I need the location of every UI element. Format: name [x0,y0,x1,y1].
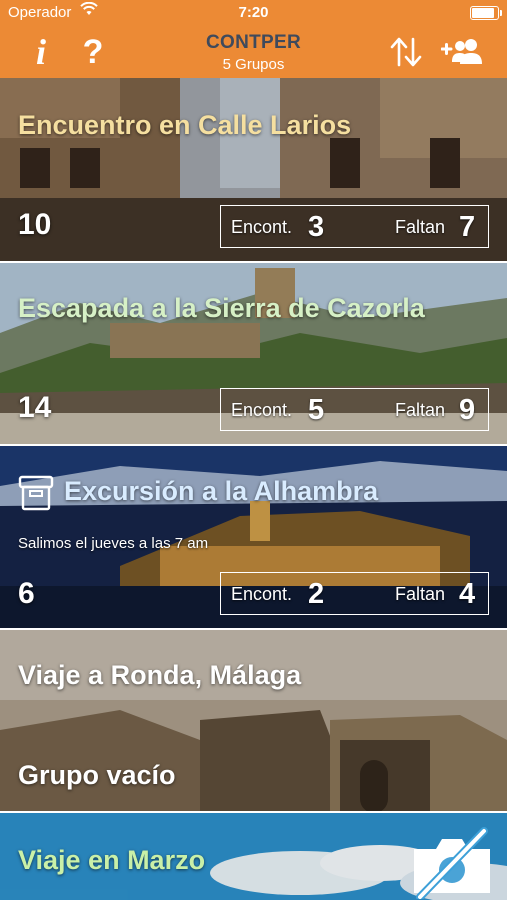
group-title: Excursión a la Alhambra [64,476,379,506]
faltan-label: Faltan [395,400,446,420]
help-button[interactable]: ? [78,30,108,74]
navigation-bar: i ? CONTPER 5 Grupos [0,26,507,78]
no-camera-icon[interactable] [410,827,494,899]
clock: 7:20 [238,4,269,21]
encont-value: 5 [308,394,325,426]
group-note: Salimos el jueves a las 7 am [18,535,209,552]
encont-label: Encont. [231,584,293,604]
encont-value: 3 [308,211,325,243]
info-icon: i [35,32,46,72]
faltan-value: 4 [459,578,476,610]
group-total: 10 [18,208,52,241]
empty-group-label: Grupo vacío [18,760,176,790]
faltan-label: Faltan [395,584,446,604]
group-stats-box: Encont. 5 Faltan 9 [220,388,489,431]
group-cell-cazorla[interactable]: Escapada a la Sierra de Cazorla 14 Encon… [0,263,507,446]
encont-label: Encont. [231,400,293,420]
group-total: 6 [18,577,35,610]
encont-label: Encont. [231,217,293,237]
faltan-label: Faltan [395,217,446,237]
encont-value: 2 [308,578,325,610]
add-group-button[interactable] [438,30,488,74]
group-cell-ronda[interactable]: Viaje a Ronda, Málaga Grupo vacío [0,630,507,813]
faltan-value: 7 [459,211,476,243]
page-title: CONTPER [206,32,301,53]
sort-arrows-icon [390,37,422,67]
group-title: Encuentro en Calle Larios [18,110,352,140]
info-button[interactable]: i [28,30,54,74]
group-stats-box: Encont. 2 Faltan 4 [220,572,489,615]
battery-icon [470,6,502,20]
help-icon: ? [82,32,104,71]
group-cell-calle-larios[interactable]: Encuentro en Calle Larios 10 Encont. 3 F… [0,78,507,263]
group-title: Escapada a la Sierra de Cazorla [18,293,425,323]
faltan-value: 9 [459,394,476,426]
group-total: 14 [18,391,52,424]
sort-button[interactable] [386,30,426,74]
group-stats-box: Encont. 3 Faltan 7 [220,205,489,248]
group-cell-marzo[interactable]: Viaje en Marzo [0,813,507,900]
archive-box-icon [18,475,54,511]
group-title: Viaje en Marzo [18,845,206,875]
status-bar: Operador 7:20 [0,0,507,26]
group-cell-alhambra[interactable]: Excursión a la Alhambra Salimos el jueve… [0,446,507,630]
group-count: 5 Grupos [222,56,285,73]
group-title: Viaje a Ronda, Málaga [18,660,302,690]
add-group-icon [441,39,482,64]
